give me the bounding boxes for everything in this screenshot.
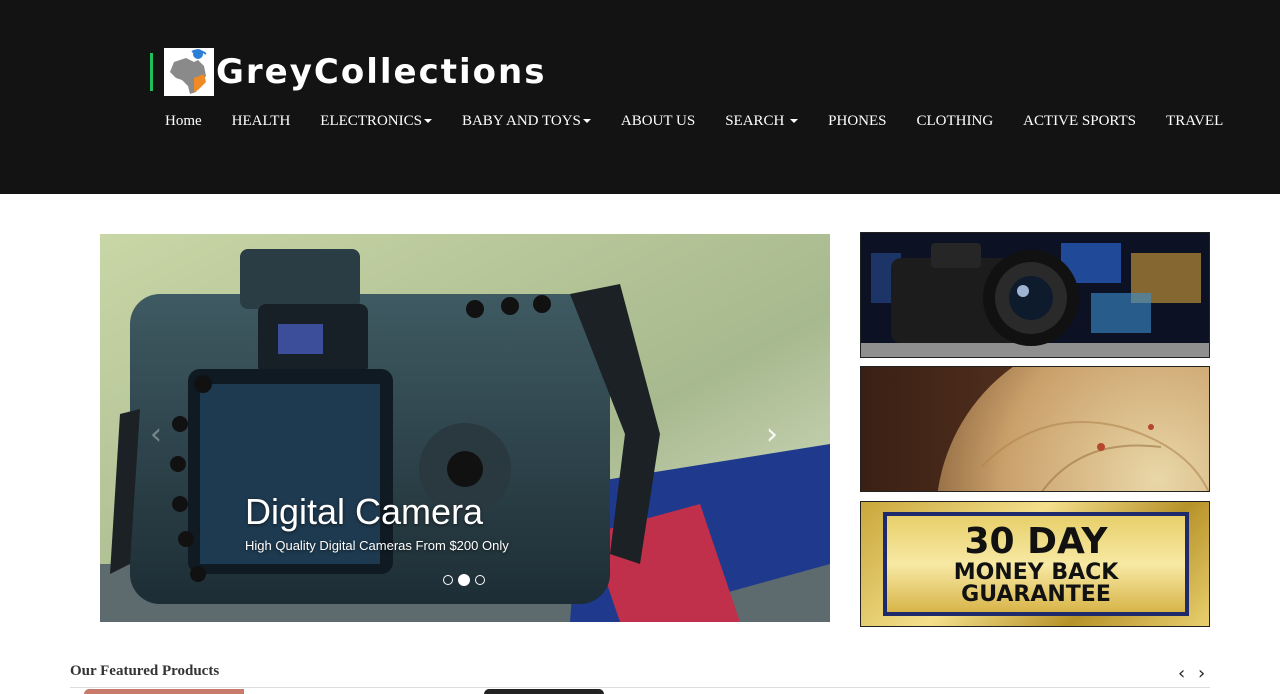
guarantee-badge: 30 DAY MONEY BACK GUARANTEE — [861, 502, 1209, 626]
featured-products-heading: Our Featured Products — [70, 663, 220, 679]
carousel-indicators — [443, 574, 485, 586]
nav-label: ACTIVE SPORTS — [1023, 112, 1137, 129]
nav-item-active-sports[interactable]: ACTIVE SPORTS — [1008, 113, 1151, 130]
slide-subtitle: High Quality Digital Cameras From $200 O… — [245, 538, 509, 553]
nav-item-health[interactable]: HEALTH — [217, 113, 306, 130]
nav-label: Home — [165, 112, 202, 129]
guarantee-plate: 30 DAY MONEY BACK GUARANTEE — [883, 512, 1189, 616]
guarantee-line-2: MONEY BACK — [953, 560, 1119, 585]
site-header: GreyCollections Home HEALTH ELECTRONICS … — [0, 0, 1280, 194]
camera-slide-image — [100, 234, 830, 622]
side-banner-guarantee[interactable]: 30 DAY MONEY BACK GUARANTEE — [860, 501, 1210, 627]
nav-item-baby-and-toys[interactable]: BABY AND TOYS — [447, 113, 606, 130]
side-banner-travel[interactable] — [860, 366, 1210, 492]
nav-label: ABOUT US — [620, 112, 696, 129]
guarantee-line-1: 30 DAY — [964, 521, 1108, 562]
nav-item-home[interactable]: Home — [150, 113, 217, 130]
carousel-dot-active[interactable] — [458, 574, 470, 586]
featured-divider — [70, 687, 1210, 688]
camera-banner-image — [861, 233, 1209, 357]
brand-accent-bar — [150, 53, 153, 91]
hero-carousel[interactable]: Digital Camera High Quality Digital Came… — [100, 234, 830, 622]
guarantee-line-3: GUARANTEE — [961, 582, 1111, 607]
main-nav: Home HEALTH ELECTRONICS BABY AND TOYS AB… — [150, 108, 1238, 134]
nav-label: BABY AND TOYS — [461, 112, 581, 129]
nav-label: PHONES — [828, 112, 887, 129]
nav-item-search[interactable]: SEARCH — [710, 113, 813, 130]
nav-item-phones[interactable]: PHONES — [813, 113, 901, 130]
nav-label: ELECTRONICS — [320, 112, 422, 129]
nav-item-about-us[interactable]: ABOUT US — [606, 113, 710, 130]
brand-name[interactable]: GreyCollections — [216, 52, 546, 92]
caret-down-icon — [790, 119, 799, 123]
nav-item-electronics[interactable]: ELECTRONICS — [305, 113, 447, 130]
nav-item-clothing[interactable]: CLOTHING — [902, 113, 1009, 130]
chevron-left-icon[interactable]: ‹ — [1178, 663, 1185, 684]
caret-down-icon — [423, 119, 432, 123]
carousel-dot[interactable] — [443, 575, 453, 585]
africa-map-logo-icon[interactable] — [164, 48, 214, 96]
nav-label: CLOTHING — [916, 112, 994, 129]
globe-banner-image — [861, 367, 1209, 491]
slide-caption: Digital Camera High Quality Digital Came… — [245, 491, 509, 554]
brand[interactable]: GreyCollections — [150, 48, 546, 96]
chevron-right-icon[interactable]: › — [760, 420, 784, 450]
product-thumbnail[interactable] — [484, 689, 604, 694]
carousel-dot[interactable] — [475, 575, 485, 585]
chevron-left-icon[interactable]: ‹ — [144, 420, 168, 450]
side-banner-camera[interactable] — [860, 232, 1210, 358]
nav-label: SEARCH — [725, 112, 789, 129]
nav-item-travel[interactable]: TRAVEL — [1151, 113, 1238, 130]
caret-down-icon — [582, 119, 591, 123]
slide-title: Digital Camera — [245, 491, 484, 532]
nav-label: TRAVEL — [1166, 112, 1224, 129]
chevron-right-icon[interactable]: › — [1198, 663, 1205, 684]
product-thumbnail[interactable] — [84, 689, 244, 694]
nav-label: HEALTH — [231, 112, 291, 129]
